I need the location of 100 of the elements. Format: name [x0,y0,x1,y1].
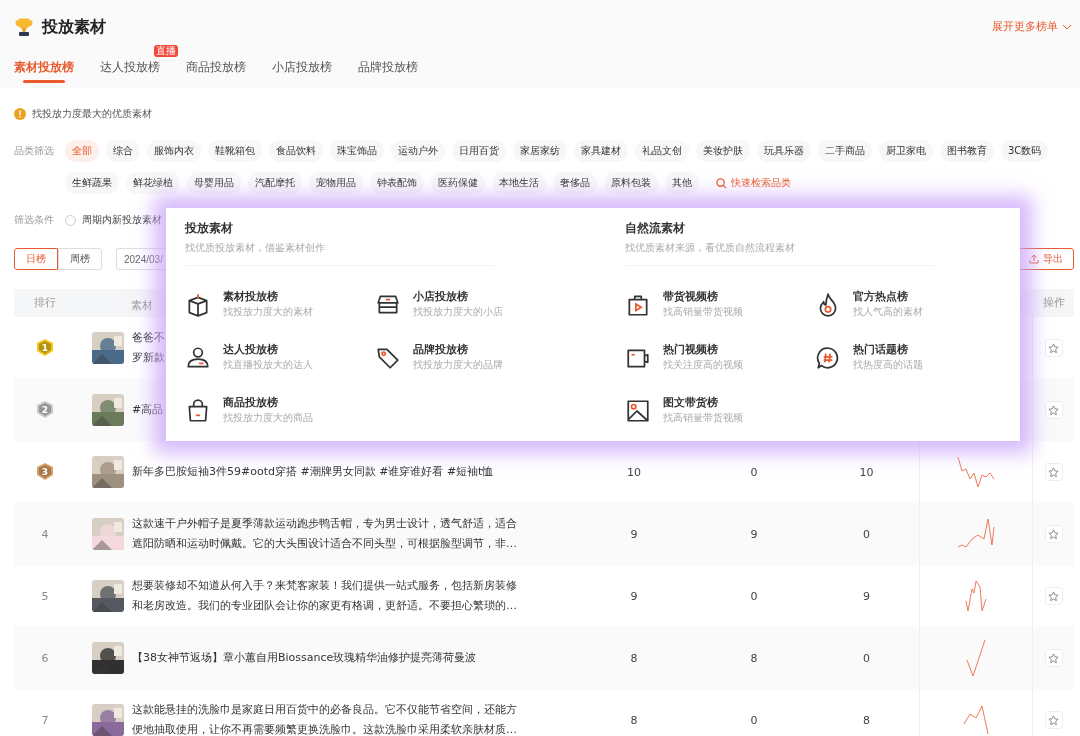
menu-item[interactable]: 官方热点榜 找人气高的素材 [814,290,1005,319]
favorite-button[interactable] [1044,587,1063,605]
column-header: 操作 [1041,296,1066,310]
trend-sparkline [967,640,985,676]
trophy-icon [14,17,34,37]
table-cell-text: 8 [629,713,639,727]
menu-item[interactable]: 商品投放榜 找投放力度大的商品 [185,396,375,425]
page-title: 投放素材 [42,16,106,38]
category-chip[interactable]: 日用百货 [452,140,506,162]
column-header: 素材 [131,298,153,311]
table-cell-text: 0 [749,713,759,727]
category-chip[interactable]: 图书教育 [940,140,994,162]
menu-item[interactable]: 品牌投放榜 找投放力度大的品牌 [375,343,565,372]
checkbox[interactable] [65,214,76,226]
section-subtitle: 找优质投放素材，借鉴素材创作 [185,241,495,266]
category-chip[interactable]: 原料包装 [604,172,658,194]
trend-sparkline [966,581,986,611]
favorite-button[interactable] [1044,711,1063,729]
tab[interactable]: 达人投放榜 [100,54,160,83]
material-title[interactable]: 这款速干户外帽子是夏季薄款运动跑步鸭舌帽，专为男士设计，透气舒适，适合遮阳防晒和运动时佩戴。它的大头围设计适合不同头型，可根据脸型调节，非… [132,514,522,554]
table-cell-text: 10 [858,465,875,479]
more-lists-link[interactable]: 展开更多榜单 [992,20,1072,34]
material-title[interactable]: 这款能悬挂的洗脸巾是家庭日用百货中的必备良品。它不仅能节省空间，还能方便地抽取使用，让你不再需要频繁更换洗脸巾。这款洗脸巾采用柔软亲肤材质… [132,700,522,736]
rank-number: 6 [41,651,49,665]
star-icon [1048,652,1059,664]
rank-medal: 1 [36,338,54,358]
favorite-button[interactable] [1044,401,1063,419]
period-toggle[interactable]: 日榜 [14,248,58,270]
category-chip[interactable]: 鞋靴箱包 [208,140,262,162]
category-chip[interactable]: 厨卫家电 [879,140,933,162]
section-title: 投放素材 [185,221,234,236]
rank-number: 7 [41,713,49,727]
hashtag-bubble-icon [814,344,841,371]
category-chip[interactable]: 二手商品 [818,140,872,162]
rank-number: 4 [41,527,49,541]
category-chip[interactable]: 综合 [106,140,140,162]
star-icon [1048,466,1059,478]
material-title[interactable]: 想要装修却不知道从何入手？来梵客家装！我们提供一站式服务，包括新房装修和老房改造。我们的专业团队会让你的家更有格调，更舒适。不要担心繁琐的… [132,576,522,616]
trend-sparkline [964,706,988,734]
table-cell-text: 9 [749,527,759,541]
period-toggle[interactable]: 周榜 [58,248,102,270]
category-chip[interactable]: 美妆护肤 [696,140,750,162]
category-chip[interactable]: 汽配摩托 [248,172,302,194]
category-chip[interactable]: 母婴用品 [187,172,241,194]
star-icon [1048,528,1059,540]
tab[interactable]: 品牌投放榜 [358,54,418,83]
table-cell-text: 9 [629,527,639,541]
category-chip[interactable]: 本地生活 [492,172,546,194]
star-icon [1048,714,1059,726]
category-chip[interactable]: 钟表配饰 [370,172,424,194]
person-icon [185,344,211,371]
tab[interactable]: 商品投放榜 [186,54,246,83]
notice-text: 找投放力度最大的优质素材 [32,107,152,121]
filter-label: 筛选条件 [14,213,55,227]
live-badge: 直播 [154,45,178,57]
category-chip[interactable]: 家具建材 [574,140,628,162]
checkbox-label: 周期内新投放素材 [82,213,162,227]
table-cell-text: 10 [626,465,642,479]
category-chip[interactable]: 礼品文创 [635,140,689,162]
category-chip[interactable]: 食品饮料 [269,140,323,162]
category-chip[interactable]: 服饰内衣 [147,140,201,162]
rank-medal: 3 [36,462,54,482]
material-title[interactable]: 新年多巴胺短袖3件59#ootd穿搭 #潮牌男女同款 #谁穿谁好看 #短袖t恤 [132,462,522,482]
category-chip[interactable]: 家居家纺 [513,140,567,162]
favorite-button[interactable] [1044,649,1063,667]
table-cell-text: 0 [862,651,871,665]
star-icon [1048,342,1059,354]
column-header: 排行 [33,296,57,310]
favorite-button[interactable] [1044,339,1063,357]
menu-item[interactable]: 素材投放榜 找投放力度大的素材 [185,290,375,319]
table-cell-text: 0 [749,589,759,603]
menu-item[interactable]: 热门视频榜 找关注度高的视频 [624,343,815,372]
table-cell-text: 8 [629,651,639,665]
rank-medal: 2 [36,400,54,420]
menu-item[interactable]: 图文带货榜 找高销量带货视频 [624,396,815,425]
menu-item[interactable]: 带货视频榜 找高销量带货视频 [624,290,815,319]
material-title[interactable]: 【38女神节返场】章小蕙自用Biossance玫瑰精华油修护提亮薄荷曼波 [132,648,522,668]
category-chip[interactable]: 运动户外 [391,140,445,162]
category-chip[interactable]: 鲜花绿植 [126,172,180,194]
favorite-button[interactable] [1044,463,1063,481]
filter-label: 品类筛选 [14,144,55,158]
category-chip[interactable]: 医药保健 [431,172,485,194]
menu-item[interactable]: 热门话题榜 找热度高的话题 [814,343,1005,372]
table-cell-text: 8 [862,713,871,727]
category-chip[interactable]: 其他 [665,172,699,194]
category-chip[interactable]: 生鲜蔬果 [65,172,119,194]
table-cell-text: 0 [749,465,759,479]
export-button[interactable]: 导出 [1018,248,1074,270]
category-chip[interactable]: 3C数码 [1001,140,1049,162]
tab[interactable]: 小店投放榜 [272,54,332,83]
menu-item[interactable]: 小店投放榜 找投放力度大的小店 [375,290,565,319]
category-chip[interactable]: 宠物用品 [309,172,363,194]
upload-icon [1029,254,1039,264]
quick-search-link[interactable]: 快速检索品类 [706,172,801,194]
favorite-button[interactable] [1044,525,1063,543]
category-chip[interactable]: 玩具乐器 [757,140,811,162]
category-chip[interactable]: 珠宝饰品 [330,140,384,162]
menu-item[interactable]: 达人投放榜 找直播投放大的达人 [185,343,375,372]
image-icon [624,397,651,424]
category-chip[interactable]: 奢侈品 [553,172,597,194]
